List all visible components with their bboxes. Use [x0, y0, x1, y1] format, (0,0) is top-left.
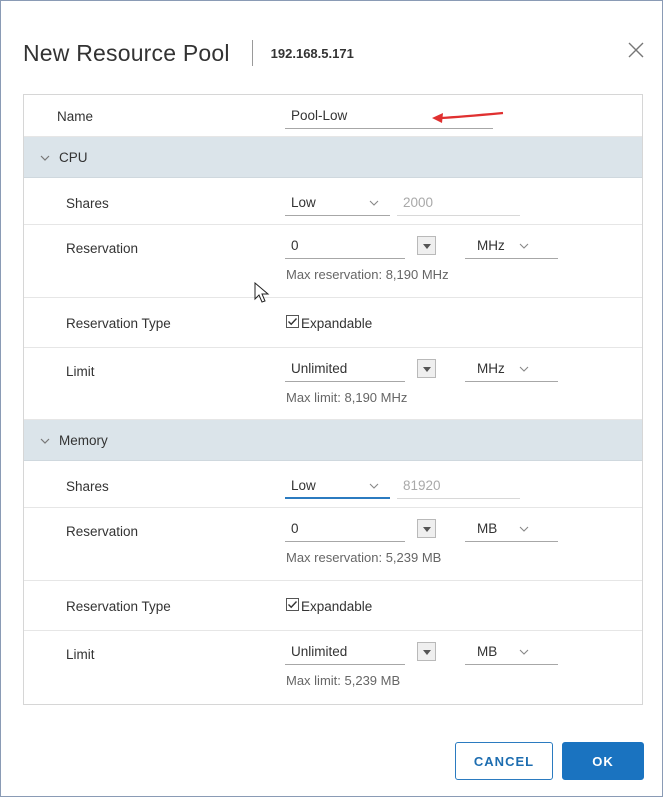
- memory-reservation-unit-select[interactable]: MB: [465, 516, 558, 542]
- close-icon[interactable]: [627, 41, 645, 59]
- cpu-section-header[interactable]: CPU: [24, 137, 642, 178]
- annotation-arrow-icon: [432, 111, 504, 123]
- memory-reservation-row: Reservation 0 MB Max reservation: 5,239 …: [24, 508, 642, 581]
- memory-limit-unit-select[interactable]: MB: [465, 639, 558, 665]
- chevron-down-icon: [519, 649, 529, 655]
- chevron-down-icon: [369, 483, 379, 489]
- memory-expandable-label: Expandable: [301, 599, 373, 614]
- cpu-shares-row: Shares Low 2000: [24, 178, 642, 225]
- resource-pool-form: Name Pool-Low CPU Shares Low 2000 Reserv…: [23, 94, 643, 705]
- cpu-reservation-type-row: Reservation Type Expandable: [24, 298, 642, 348]
- cpu-limit-input[interactable]: Unlimited: [285, 356, 405, 382]
- cpu-reservation-dropdown-button[interactable]: [417, 236, 436, 255]
- cpu-limit-unit-select[interactable]: MHz: [465, 356, 558, 382]
- cpu-limit-row: Limit Unlimited MHz Max limit: 8,190 MHz: [24, 348, 642, 420]
- host-label: 192.168.5.171: [270, 45, 354, 61]
- cpu-reservation-label: Reservation: [66, 241, 139, 256]
- memory-limit-input[interactable]: Unlimited: [285, 639, 405, 665]
- ok-button[interactable]: OK: [562, 742, 644, 780]
- memory-section-label: Memory: [59, 433, 108, 448]
- memory-reservation-input[interactable]: 0: [285, 516, 405, 542]
- memory-limit-label: Limit: [66, 647, 95, 662]
- cpu-limit-dropdown-button[interactable]: [417, 359, 436, 378]
- title-separator: [251, 40, 253, 66]
- memory-limit-row: Limit Unlimited MB Max limit: 5,239 MB: [24, 631, 642, 704]
- new-resource-pool-dialog: New Resource Pool 192.168.5.171 Name Poo…: [0, 0, 663, 797]
- dialog-header: New Resource Pool 192.168.5.171: [23, 33, 354, 73]
- cancel-button[interactable]: CANCEL: [455, 742, 553, 780]
- memory-shares-select[interactable]: Low: [285, 473, 390, 499]
- memory-reservation-dropdown-button[interactable]: [417, 519, 436, 538]
- memory-reservation-type-row: Reservation Type Expandable: [24, 581, 642, 631]
- cpu-max-limit-hint: Max limit: 8,190 MHz: [286, 390, 408, 405]
- memory-shares-label: Shares: [66, 479, 109, 494]
- mouse-cursor-icon: [254, 282, 270, 303]
- cpu-limit-label: Limit: [66, 364, 95, 379]
- dialog-title: New Resource Pool: [23, 39, 230, 66]
- name-label: Name: [57, 109, 94, 124]
- memory-limit-dropdown-button[interactable]: [417, 642, 436, 661]
- memory-reservation-type-label: Reservation Type: [66, 599, 171, 614]
- memory-max-reservation-hint: Max reservation: 5,239 MB: [286, 550, 442, 565]
- cpu-expandable-checkbox[interactable]: [286, 315, 299, 328]
- chevron-down-icon: [519, 526, 529, 532]
- name-row: Name Pool-Low: [24, 95, 642, 137]
- memory-shares-row: Shares Low 81920: [24, 461, 642, 508]
- chevron-down-icon: [519, 366, 529, 372]
- cpu-reservation-input[interactable]: 0: [285, 233, 405, 259]
- memory-section-header[interactable]: Memory: [24, 420, 642, 461]
- chevron-down-icon: [369, 200, 379, 206]
- chevron-down-icon[interactable]: [40, 153, 50, 163]
- cpu-reservation-type-label: Reservation Type: [66, 316, 171, 331]
- cpu-shares-label: Shares: [66, 196, 109, 211]
- cpu-shares-value-field: 2000: [397, 190, 520, 216]
- chevron-down-icon: [519, 243, 529, 249]
- memory-reservation-label: Reservation: [66, 524, 139, 539]
- cpu-max-reservation-hint: Max reservation: 8,190 MHz: [286, 267, 449, 282]
- memory-expandable-checkbox[interactable]: [286, 598, 299, 611]
- cpu-reservation-row: Reservation 0 MHz Max reservation: 8,190…: [24, 225, 642, 298]
- memory-max-limit-hint: Max limit: 5,239 MB: [286, 673, 401, 688]
- cpu-expandable-label: Expandable: [301, 316, 373, 331]
- cpu-section-label: CPU: [59, 150, 88, 165]
- chevron-down-icon[interactable]: [40, 436, 50, 446]
- cpu-reservation-unit-select[interactable]: MHz: [465, 233, 558, 259]
- cpu-shares-select[interactable]: Low: [285, 190, 390, 216]
- memory-shares-value-field: 81920: [397, 473, 520, 499]
